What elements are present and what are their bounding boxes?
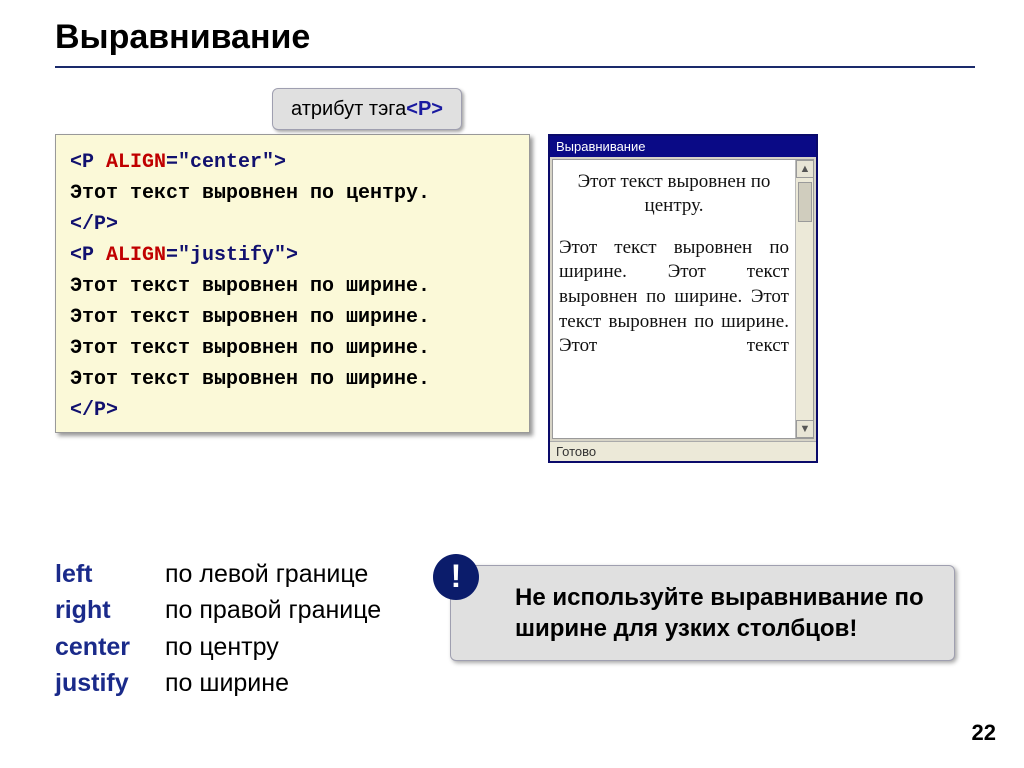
browser-viewport: Этот текст выровнен по центру. Этот текс… <box>552 159 814 439</box>
browser-titlebar: Выравнивание <box>550 136 816 157</box>
code-line: <P ALIGN="justify"> <box>70 240 515 271</box>
attribute-callout: атрибут тэга < P > <box>272 88 462 130</box>
scroll-up-button[interactable]: ▲ <box>796 160 814 178</box>
code-tag-rest: ="justify"> <box>166 244 298 267</box>
list-item: centerпо центру <box>55 629 381 665</box>
code-tag-open: <P <box>70 244 106 267</box>
code-line: </P> <box>70 395 515 426</box>
warning-callout: ! Не используйте выравнивание по ширине … <box>450 565 955 661</box>
browser-preview: Выравнивание Этот текст выровнен по цент… <box>548 134 818 463</box>
callout-close: > <box>431 98 443 121</box>
code-line: Этот текст выровнен по ширине. <box>70 271 515 302</box>
scroll-down-button[interactable]: ▼ <box>796 420 814 438</box>
code-example: <P ALIGN="center"> Этот текст выровнен п… <box>55 134 530 433</box>
code-attr: ALIGN <box>106 244 166 267</box>
align-description: по правой границе <box>165 596 381 624</box>
warning-text: Не используйте выравнивание по ширине дл… <box>515 584 924 642</box>
list-item: leftпо левой границе <box>55 556 381 592</box>
code-line: Этот текст выровнен по ширине. <box>70 333 515 364</box>
alignment-values-list: leftпо левой границе rightпо правой гран… <box>55 556 381 701</box>
list-item: justifyпо ширине <box>55 665 381 701</box>
align-description: по центру <box>165 633 279 661</box>
page-number: 22 <box>972 720 996 746</box>
align-keyword: justify <box>55 665 165 701</box>
callout-open: < <box>406 98 418 121</box>
align-description: по левой границе <box>165 560 368 588</box>
code-attr: ALIGN <box>106 151 166 174</box>
align-description: по ширине <box>165 669 289 697</box>
code-line: Этот текст выровнен по центру. <box>70 178 515 209</box>
scrollbar-track[interactable]: ▲ ▼ <box>795 160 813 438</box>
justified-paragraph: Этот текст выровнен по ширине. Этот текс… <box>559 236 789 359</box>
code-tag-open: <P <box>70 151 106 174</box>
callout-prefix: атрибут тэга <box>291 98 406 121</box>
code-line: <P ALIGN="center"> <box>70 147 515 178</box>
centered-paragraph: Этот текст выровнен по центру. <box>559 170 789 218</box>
page-title: Выравнивание <box>55 18 310 57</box>
callout-tag: P <box>418 98 431 121</box>
align-keyword: left <box>55 556 165 592</box>
align-keyword: right <box>55 592 165 628</box>
list-item: rightпо правой границе <box>55 592 381 628</box>
code-line: </P> <box>70 209 515 240</box>
title-underline <box>55 66 975 68</box>
browser-content: Этот текст выровнен по центру. Этот текс… <box>553 160 795 369</box>
code-line: Этот текст выровнен по ширине. <box>70 364 515 395</box>
code-tag-rest: ="center"> <box>166 151 286 174</box>
code-line: Этот текст выровнен по ширине. <box>70 302 515 333</box>
exclamation-icon: ! <box>433 554 479 600</box>
scroll-thumb[interactable] <box>798 182 812 222</box>
browser-statusbar: Готово <box>550 441 816 461</box>
align-keyword: center <box>55 629 165 665</box>
